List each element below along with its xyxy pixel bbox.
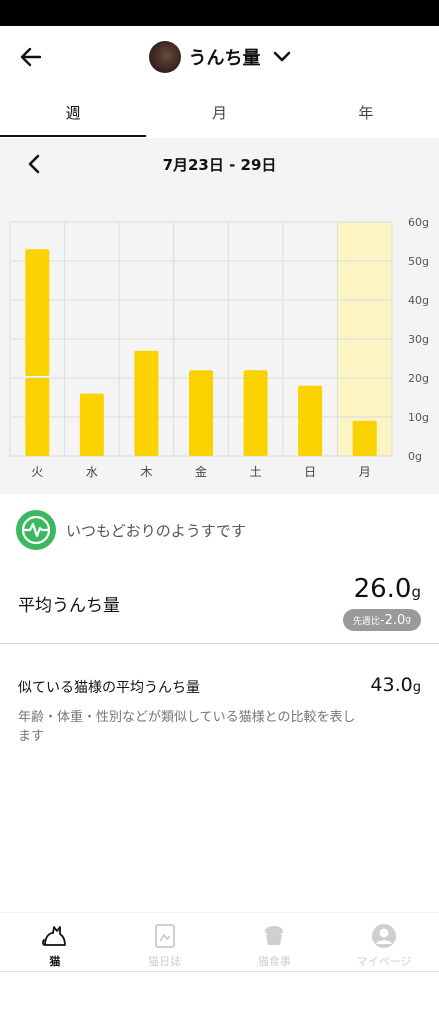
nav-cat-label: 猫	[49, 955, 61, 968]
y-tick-label: 20g	[408, 372, 429, 385]
cat-selector[interactable]: うんち量	[0, 40, 439, 74]
weekly-bar-chart: 0g 10g 20g 30g 40g 50g 60g 火 水 木 金 土 日 月	[9, 216, 429, 479]
x-tick-label: 月	[359, 465, 371, 479]
nav-food-label: 猫食事	[257, 955, 291, 968]
similar-unit: g	[412, 680, 421, 695]
week-navigator: 7月23日 - 29日	[0, 138, 439, 190]
nav-cat[interactable]: 猫	[0, 913, 110, 971]
bar-火-segment-1	[25, 249, 50, 376]
y-tick-label: 40g	[408, 294, 429, 307]
tab-week[interactable]: 週	[0, 88, 147, 138]
diary-icon	[151, 923, 179, 949]
bar-火-segment-0	[25, 378, 50, 456]
y-tick-label: 50g	[408, 255, 429, 268]
bar-月-segment-0	[352, 420, 377, 456]
average-unit: g	[411, 583, 421, 601]
page-title: うんち量	[188, 48, 261, 69]
average-label: 平均うんち量	[18, 596, 120, 616]
chevron-down-icon	[273, 51, 291, 63]
nav-diary[interactable]: 猫日誌	[110, 913, 220, 971]
bar-金-segment-0	[189, 370, 213, 456]
x-tick-label: 木	[140, 465, 152, 479]
cat-avatar	[148, 41, 181, 73]
week-diff-badge: 先週比 -2.0 g	[342, 609, 421, 631]
y-tick-label: 60g	[408, 216, 429, 229]
similar-cats-row: 似ている猫様の平均うんち量 43.0g 年齢・体重・性別などが類似している猫様と…	[0, 660, 439, 760]
nav-diary-label: 猫日誌	[148, 955, 182, 968]
bar-水-segment-0	[79, 393, 104, 456]
app-header: うんち量	[0, 26, 439, 88]
similar-title: 似ている猫様の平均うんち量	[18, 680, 200, 696]
nav-food[interactable]: 猫食事	[220, 913, 330, 971]
diff-unit: g	[405, 615, 411, 625]
bar-日-segment-0	[298, 385, 323, 456]
y-tick-label: 30g	[408, 333, 429, 346]
bottom-navigation: 猫 猫日誌 猫食事 マイページ	[0, 912, 439, 972]
heartbeat-icon	[16, 510, 56, 550]
average-value: 26.0g	[354, 574, 421, 604]
similar-value: 43.0g	[370, 674, 421, 696]
status-message: いつもどおりのようすです	[66, 521, 246, 540]
food-bowl-icon	[260, 923, 288, 949]
similar-description: 年齢・体重・性別などが類似している猫様との比較を表します	[18, 710, 356, 744]
tab-year[interactable]: 年	[293, 88, 439, 138]
nav-mypage[interactable]: マイページ	[329, 913, 439, 971]
week-range: 7月23日 - 29日	[162, 156, 277, 174]
diff-value: -2.0	[379, 612, 406, 628]
system-status-bar	[0, 0, 439, 26]
tab-month[interactable]: 月	[146, 88, 292, 138]
diff-label: 先週比	[352, 616, 380, 627]
x-tick-label: 日	[304, 465, 316, 479]
bar-土-segment-0	[243, 370, 268, 456]
profile-icon	[370, 923, 398, 949]
bar-木-segment-0	[134, 350, 159, 456]
x-tick-label: 金	[195, 464, 207, 479]
similar-number: 43.0	[370, 674, 413, 696]
average-amount-row: 平均うんち量 26.0g 先週比 -2.0 g	[0, 566, 439, 644]
period-tabs: 週 月 年	[0, 88, 439, 138]
health-status: いつもどおりのようすです	[16, 510, 246, 550]
x-tick-label: 土	[250, 465, 262, 479]
chart-panel: 7月23日 - 29日 0g 10g 20g 30g 40g 50g 60g 火 水 木 金 土 日 月	[0, 138, 439, 494]
x-tick-label: 火	[31, 465, 43, 479]
x-tick-label: 水	[86, 465, 98, 479]
y-tick-label: 10g	[408, 411, 429, 424]
y-tick-label: 0g	[408, 450, 422, 463]
nav-mypage-label: マイページ	[356, 955, 412, 968]
cat-icon	[41, 923, 69, 949]
average-number: 26.0	[353, 574, 412, 604]
